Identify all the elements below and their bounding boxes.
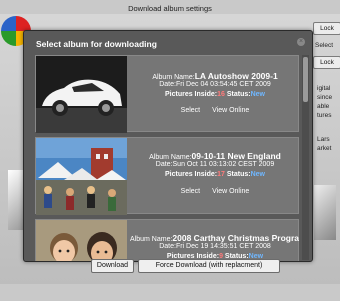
album-thumbnail — [36, 220, 127, 261]
album-name-label: Album Name: — [149, 154, 192, 161]
download-button[interactable]: Download — [91, 259, 134, 273]
date-label: Date: — [159, 243, 176, 250]
album-name-label: Album Name: — [152, 74, 195, 81]
pictures-label: Pictures Inside: — [164, 171, 218, 178]
album-info: Album Name:LA Autoshow 2009-1 Date:Fri D… — [130, 56, 299, 133]
album-name: LA Autoshow 2009-1 — [194, 71, 278, 81]
album-info: Album Name:09-10-11 New England Date:Sun… — [130, 138, 299, 215]
side-text-3: able — [317, 103, 330, 110]
status-badge: New — [250, 171, 266, 178]
side-text-1: igital — [317, 85, 331, 92]
window-title: Download album settings — [128, 4, 212, 13]
status-badge: New — [250, 91, 266, 98]
album-thumbnail — [36, 56, 127, 133]
background-photo-2 — [314, 185, 336, 240]
scrollbar-thumb[interactable] — [303, 57, 308, 102]
pictures-label: Pictures Inside: — [164, 91, 218, 98]
album-list: Album Name:LA Autoshow 2009-1 Date:Fri D… — [35, 55, 299, 261]
album-thumbnail — [36, 138, 127, 215]
picture-count: 16 — [217, 91, 225, 98]
lock-button-2[interactable]: Lock — [313, 56, 340, 69]
side-text-6: arket — [317, 145, 332, 152]
album-name-label: Album Name: — [130, 236, 173, 243]
album-name: 2008 Carthay Christmas Program — [172, 233, 299, 243]
side-text-4: tures — [317, 112, 332, 119]
dialog-title: Select album for downloading — [36, 39, 157, 49]
album-item: Album Name:LA Autoshow 2009-1 Date:Fri D… — [35, 55, 299, 133]
album-item: Album Name:09-10-11 New England Date:Sun… — [35, 137, 299, 215]
album-info: Album Name:2008 Carthay Christmas Progra… — [130, 220, 299, 261]
status-label: Status: — [226, 171, 251, 178]
view-online-link[interactable]: View Online — [212, 107, 249, 114]
select-label[interactable]: Select — [315, 41, 333, 50]
side-text-2: since — [317, 94, 333, 101]
album-item: Album Name:2008 Carthay Christmas Progra… — [35, 219, 299, 261]
select-album-button[interactable]: Select — [181, 107, 200, 114]
force-download-button[interactable]: Force Download (with replacment) — [138, 259, 280, 273]
album-date: Fri Dec 19 14:35:51 CET 2008 — [175, 243, 271, 250]
close-icon[interactable]: × — [297, 38, 305, 46]
album-date: Fri Dec 04 03:54:45 CET 2009 — [175, 81, 271, 88]
background-photo-1 — [8, 170, 24, 230]
picture-count: 17 — [217, 171, 225, 178]
status-label: Status: — [226, 91, 251, 98]
select-album-dialog: Select album for downloading × Album Nam… — [23, 30, 313, 262]
album-name: 09-10-11 New England — [191, 151, 281, 161]
side-text-5: Lars — [317, 136, 330, 143]
lock-button-1[interactable]: Lock — [313, 22, 340, 35]
date-label: Date: — [159, 81, 176, 88]
date-label: Date: — [155, 161, 173, 168]
select-album-button[interactable]: Select — [181, 188, 200, 195]
view-online-link[interactable]: View Online — [212, 188, 249, 195]
album-date: Sun Oct 11 03:13:02 CEST 2009 — [172, 161, 275, 168]
album-list-scrollbar[interactable] — [302, 55, 309, 260]
